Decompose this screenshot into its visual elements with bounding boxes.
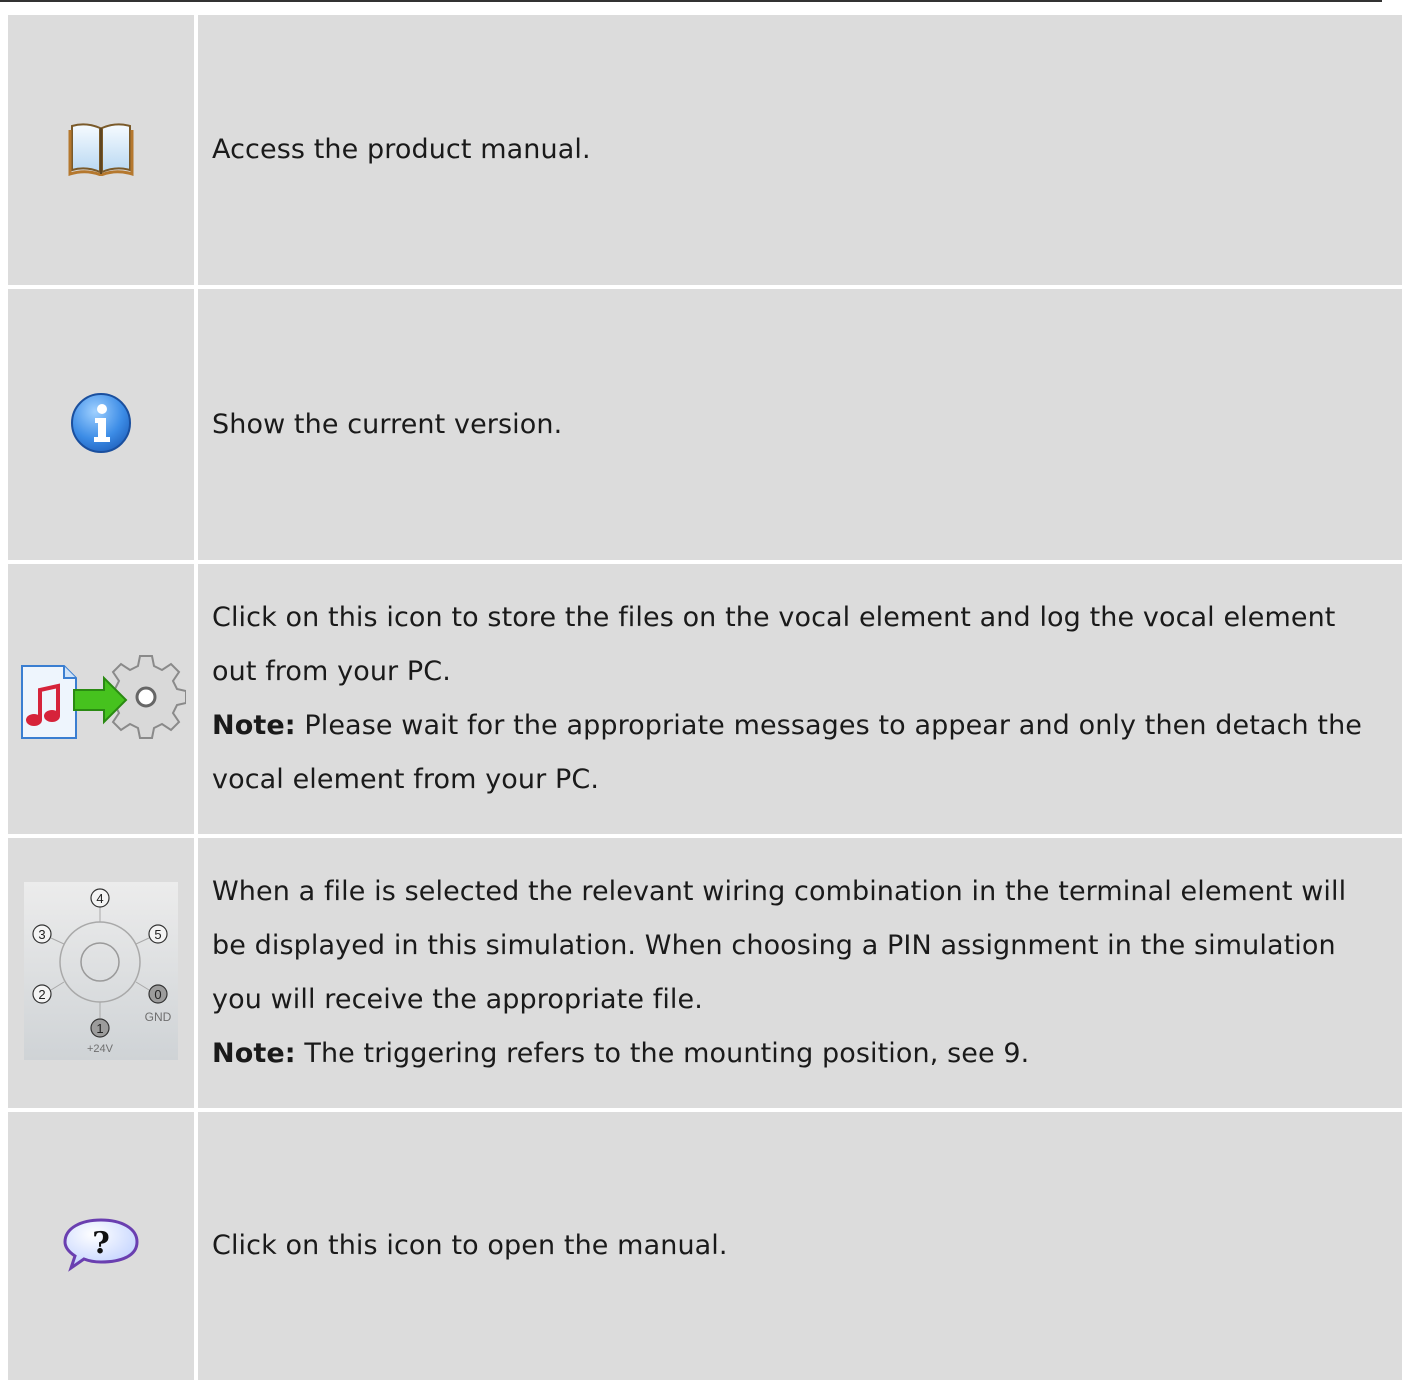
info-icon[interactable] [69, 391, 133, 459]
icon-cell: 4 3 5 2 0 GND 1 +24V [8, 838, 198, 1108]
note-label: Note: [212, 1038, 296, 1069]
pin-4-label: 4 [96, 891, 103, 906]
book-icon[interactable] [68, 120, 134, 180]
pin-3-label: 3 [38, 927, 45, 942]
description-cell: Show the current version. [198, 289, 1402, 560]
icon-cell [8, 564, 198, 834]
table-row-manual: Access the product manual. [8, 15, 1402, 289]
wiring-pin-simulation-icon[interactable]: 4 3 5 2 0 GND 1 +24V [24, 882, 178, 1064]
pin-3[interactable]: 3 [32, 924, 52, 944]
description-cell: Access the product manual. [198, 15, 1402, 285]
table-row-wiring-simulation: 4 3 5 2 0 GND 1 +24V When a file is sele… [8, 838, 1402, 1112]
description-cell: When a file is selected the relevant wir… [198, 838, 1402, 1108]
manual-description: Access the product manual. [212, 134, 591, 165]
wiring-note: Note: The triggering refers to the mount… [212, 1027, 1388, 1081]
icon-cell [8, 15, 198, 285]
pin-4[interactable]: 4 [90, 888, 110, 908]
version-description: Show the current version. [212, 408, 563, 440]
description-cell: Click on this icon to store the files on… [198, 564, 1402, 834]
icon-description-table: Access the product manual. Show the curr… [8, 15, 1402, 1380]
music-file-to-gear-icon[interactable] [16, 652, 187, 746]
top-rule [0, 0, 1382, 2]
store-files-description: Click on this icon to store the files on… [212, 602, 1336, 687]
icon-cell: ? [8, 1112, 198, 1380]
pin-0-label: 0 [154, 987, 161, 1002]
store-files-note: Note: Please wait for the appropriate me… [212, 699, 1388, 807]
table-row-version: Show the current version. [8, 289, 1402, 564]
table-row-store-files: Click on this icon to store the files on… [8, 564, 1402, 838]
help-bubble-icon[interactable]: ? [61, 1216, 141, 1276]
wiring-description: When a file is selected the relevant wir… [212, 876, 1347, 1015]
note-label: Note: [212, 710, 296, 741]
table-row-help: ? Click on this icon to open the manual. [8, 1112, 1402, 1380]
help-description: Click on this icon to open the manual. [212, 1230, 728, 1261]
note-text: Please wait for the appropriate messages… [212, 710, 1363, 795]
help-glyph: ? [92, 1226, 110, 1261]
gnd-label: GND [145, 1010, 172, 1024]
pin-2-label: 2 [38, 987, 45, 1002]
note-text: The triggering refers to the mounting po… [295, 1038, 1030, 1069]
description-cell: Click on this icon to open the manual. [198, 1112, 1402, 1380]
icon-cell [8, 289, 198, 560]
v24-label: +24V [87, 1043, 114, 1055]
pin-1-label: 1 [96, 1021, 103, 1036]
pin-2[interactable]: 2 [32, 984, 52, 1004]
pin-5-label: 5 [154, 927, 161, 942]
pin-5[interactable]: 5 [148, 924, 168, 944]
